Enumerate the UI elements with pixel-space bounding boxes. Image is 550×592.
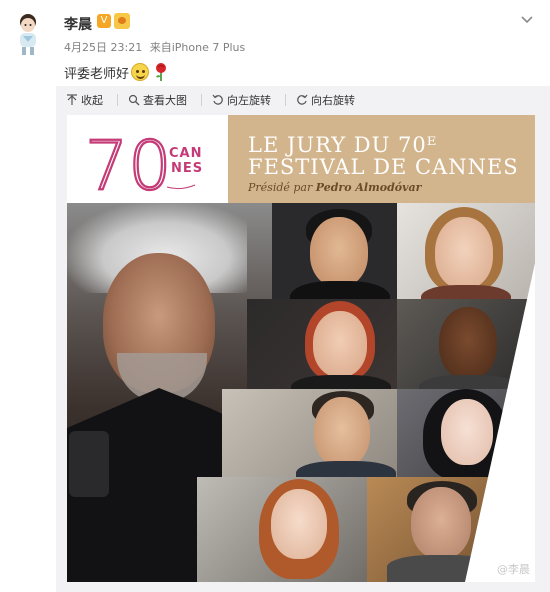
verified-badge-icon[interactable]: V	[97, 14, 111, 28]
jury-photo-collage	[67, 203, 535, 582]
president-name: Pedro Almodóvar	[315, 181, 422, 194]
post-source-prefix: 来自	[149, 41, 172, 54]
magnifier-icon	[128, 94, 140, 106]
rotate-left-button[interactable]: 向左旋转	[212, 92, 271, 108]
poster-logo-area: 70 CAN NES	[67, 115, 228, 203]
jury-photo-7	[197, 477, 372, 582]
image-watermark: @李晨	[497, 563, 530, 576]
jury-photo-3	[247, 299, 412, 391]
toolbar-divider	[201, 94, 202, 106]
chevron-down-icon[interactable]	[520, 12, 534, 26]
presided-prefix: Présidé par	[248, 181, 313, 194]
weibo-post: 李晨 V 4月25日 23:21 来自iPhone 7 Plus 评委老师好 收…	[0, 0, 550, 592]
post-text: 评委老师好	[64, 66, 130, 82]
rotate-left-label: 向左旋转	[227, 94, 271, 107]
post-image[interactable]: 70 CAN NES LE JURY DU 70ᴱ FESTIVAL DE CA…	[67, 115, 535, 582]
username[interactable]: 李晨	[64, 14, 92, 34]
view-large-label: 查看大图	[143, 94, 187, 107]
jury-photo-2	[397, 203, 535, 301]
jury-photo-1	[272, 203, 412, 301]
poster-title-banner: LE JURY DU 70ᴱ FESTIVAL DE CANNES Présid…	[228, 115, 535, 203]
toolbar-divider	[117, 94, 118, 106]
jury-photo-5	[222, 389, 412, 479]
rose-emoji-icon	[156, 63, 167, 81]
poster-title-line-2: FESTIVAL DE CANNES	[248, 155, 519, 179]
logo-number: 70	[85, 127, 172, 197]
post-meta: 4月25日 23:21 来自iPhone 7 Plus	[64, 39, 245, 55]
rotate-left-icon	[212, 94, 223, 105]
member-badge-icon[interactable]	[114, 13, 130, 29]
cannes-70-logo: 70 CAN NES	[85, 126, 203, 197]
logo-word-1: CAN	[169, 146, 202, 161]
user-avatar[interactable]	[10, 12, 46, 56]
post-source[interactable]: iPhone 7 Plus	[172, 41, 246, 54]
collapse-icon	[67, 94, 77, 105]
toolbar-divider	[285, 94, 286, 106]
camera-shape	[69, 431, 109, 497]
poster-title-line-1: LE JURY DU 70ᴱ	[248, 133, 438, 157]
rotate-right-icon	[297, 94, 308, 105]
smile-emoji-icon	[131, 63, 150, 81]
post-content: 评委老师好	[64, 62, 169, 82]
rotate-right-button[interactable]: 向右旋转	[296, 92, 355, 108]
jury-photo-6	[397, 389, 535, 479]
poster-presided-by: Présidé par Pedro Almodóvar	[248, 181, 421, 194]
collapse-label: 收起	[81, 94, 103, 107]
logo-word-2: NES	[171, 161, 203, 176]
media-toolbar: 收起 查看大图 向左旋转 向右旋转	[56, 86, 550, 114]
jury-photo-4	[397, 299, 535, 391]
rotate-right-label: 向右旋转	[311, 94, 355, 107]
view-large-button[interactable]: 查看大图	[128, 92, 187, 108]
post-timestamp[interactable]: 4月25日 23:21	[64, 41, 142, 54]
collapse-button[interactable]: 收起	[66, 92, 103, 108]
